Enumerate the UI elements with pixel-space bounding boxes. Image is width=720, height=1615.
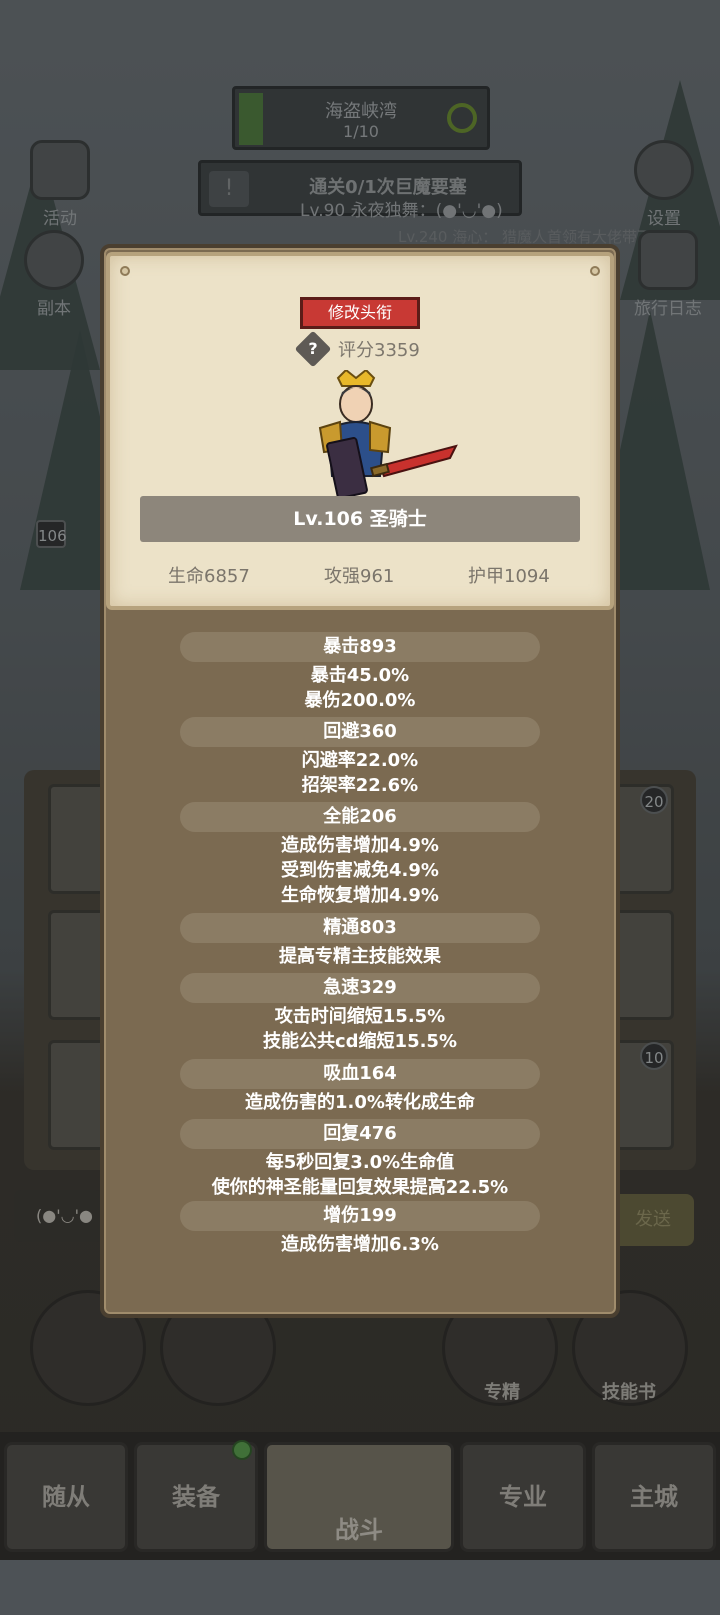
attribute-detail: 受到伤害减免4.9%	[281, 860, 439, 881]
pin-icon	[590, 266, 600, 276]
attribute-header: 急速329	[180, 973, 540, 1003]
attribute-detail: 暴伤200.0%	[304, 690, 416, 711]
hp-stat: 生命6857	[168, 566, 250, 587]
attribute-header: 回避360	[180, 717, 540, 747]
attribute-detail: 使你的神圣能量回复效果提高22.5%	[211, 1177, 509, 1198]
attribute-detail: 造成伤害的1.0%转化成生命	[245, 1092, 475, 1113]
attack-stat: 攻强961	[324, 566, 395, 587]
attribute-header: 精通803	[180, 913, 540, 943]
edit-title-button[interactable]: 修改头衔	[300, 297, 420, 329]
help-icon[interactable]: ?	[294, 330, 332, 368]
armor-stat: 护甲1094	[468, 566, 550, 587]
attribute-detail: 造成伤害增加6.3%	[281, 1234, 439, 1255]
score-text: 评分3359	[338, 340, 420, 361]
attribute-detail: 技能公共cd缩短15.5%	[262, 1031, 457, 1052]
help-icon-glyph: ?	[308, 339, 318, 358]
pin-icon	[120, 266, 130, 276]
attribute-detail: 生命恢复增加4.9%	[281, 885, 439, 906]
attribute-detail: 闪避率22.0%	[301, 750, 419, 771]
attribute-header: 增伤199	[180, 1201, 540, 1231]
attribute-detail: 造成伤害增加4.9%	[281, 835, 439, 856]
attribute-header: 吸血164	[180, 1059, 540, 1089]
attribute-detail: 提高专精主技能效果	[279, 946, 441, 967]
attribute-detail: 暴击45.0%	[310, 665, 410, 686]
attribute-header: 回复476	[180, 1119, 540, 1149]
attribute-detail: 招架率22.6%	[301, 775, 419, 796]
character-name-bar: Lv.106 圣骑士	[140, 496, 580, 542]
attribute-header: 全能206	[180, 802, 540, 832]
attribute-detail: 每5秒回复3.0%生命值	[265, 1152, 455, 1173]
paladin-avatar	[318, 370, 458, 499]
attribute-header: 暴击893	[180, 632, 540, 662]
attribute-detail: 攻击时间缩短15.5%	[274, 1006, 446, 1027]
